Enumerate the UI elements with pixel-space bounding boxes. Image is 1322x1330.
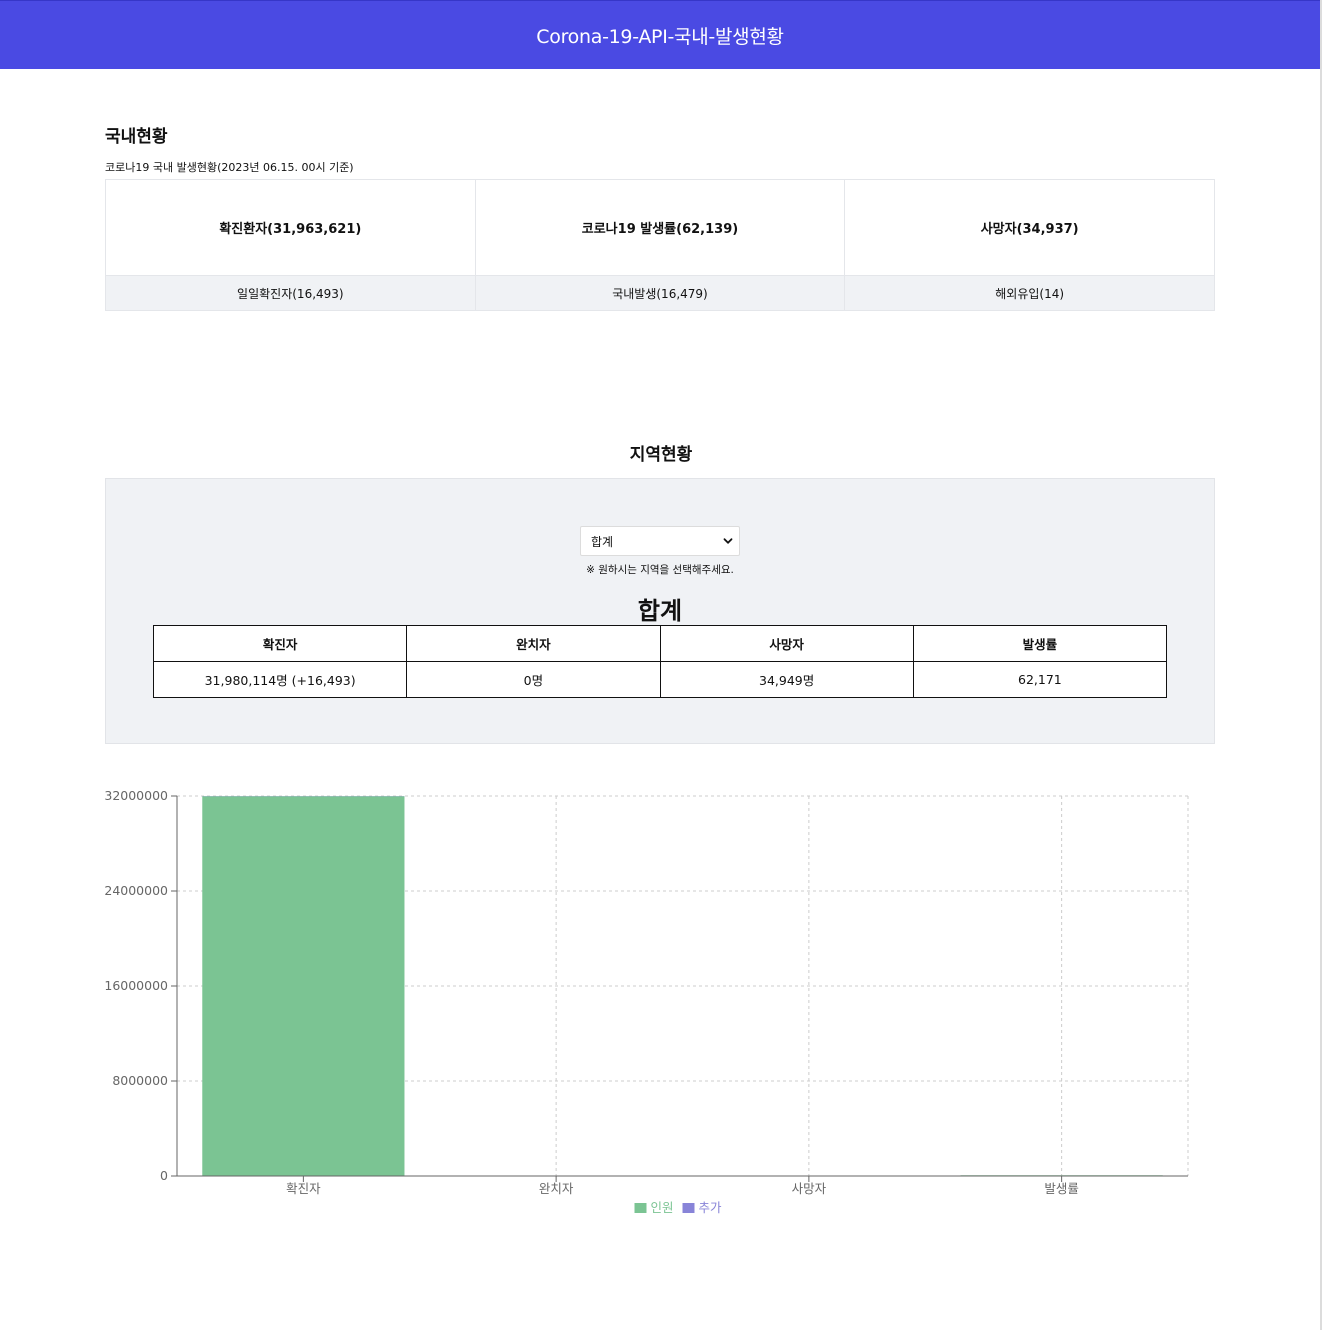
- header-recovered: 완치자: [406, 625, 661, 662]
- value-deaths: 34,949명: [659, 661, 914, 698]
- legend-swatch: [682, 1203, 695, 1213]
- domestic-heading: 국내현황: [105, 127, 168, 147]
- chevron-down-icon: [723, 538, 733, 544]
- region-title: 합계: [637, 597, 683, 625]
- region-table-value-row: 31,980,114명 (+16,493) 0명 34,949명 62,171: [152, 661, 1168, 698]
- domestic-summary-table: 확진환자(31,963,621) 코로나19 발생률(62,139) 사망자(3…: [105, 179, 1215, 311]
- summary-bottom-row: 일일확진자(16,493) 국내발생(16,479) 해외유입(14): [105, 275, 1215, 311]
- region-table-header-row: 확진자 완치자 사망자 발생률: [152, 625, 1168, 662]
- local-cases-cell: 국내발생(16,479): [474, 275, 846, 311]
- y-tick-label: 8000000: [112, 1073, 168, 1088]
- legend-label: 추가: [699, 1200, 723, 1215]
- daily-confirmed-cell: 일일확진자(16,493): [105, 275, 476, 311]
- domestic-status-section: 국내현황 코로나19 국내 발생현황(2023년 06.15. 00시 기준) …: [105, 122, 1215, 311]
- bar-인원-확진자: [202, 796, 405, 1176]
- header-incidence: 발생률: [912, 625, 1168, 662]
- y-tick-label: 16000000: [104, 978, 168, 993]
- value-incidence: 62,171: [912, 661, 1168, 698]
- legend-label: 인원: [651, 1200, 674, 1215]
- region-select[interactable]: 합계: [580, 526, 740, 556]
- x-tick-label: 사망자: [792, 1181, 827, 1196]
- x-tick-label: 완치자: [539, 1181, 574, 1196]
- app-header: Corona-19-API-국내-발생현황: [0, 0, 1320, 69]
- deaths-total-cell: 사망자(34,937): [844, 179, 1215, 276]
- region-select-value: 합계: [591, 534, 614, 549]
- value-recovered: 0명: [406, 661, 661, 698]
- confirmed-total-cell: 확진환자(31,963,621): [105, 179, 476, 276]
- y-tick-label: 0: [160, 1168, 168, 1183]
- region-panel: 합계 ※ 원하시는 지역을 선택해주세요. 합계 확진자 완치자 사망자 발생률…: [105, 478, 1215, 744]
- imported-cases-cell: 해외유입(14): [844, 275, 1215, 311]
- region-bar-chart: 0 8000000 16000000 24000000 32000000 확진자 완치자 사망…: [95, 780, 1205, 1230]
- x-tick-label: 확진자: [286, 1181, 321, 1196]
- domestic-caption: 코로나19 국내 발생현황(2023년 06.15. 00시 기준): [105, 161, 354, 174]
- incidence-rate-cell: 코로나19 발생률(62,139): [474, 179, 846, 276]
- x-tick-label: 발생률: [1044, 1181, 1079, 1196]
- region-stats-table: 확진자 완치자 사망자 발생률 31,980,114명 (+16,493) 0명…: [152, 625, 1168, 698]
- legend-swatch: [634, 1203, 647, 1213]
- bar-chart-svg: 0 8000000 16000000 24000000 32000000 확진자 완치자 사망…: [104, 788, 1189, 1215]
- header-deaths: 사망자: [659, 625, 914, 662]
- region-heading: 지역현황: [629, 445, 693, 465]
- y-tick-label: 24000000: [104, 883, 168, 898]
- summary-top-row: 확진환자(31,963,621) 코로나19 발생률(62,139) 사망자(3…: [105, 179, 1215, 276]
- value-confirmed: 31,980,114명 (+16,493): [152, 661, 408, 698]
- y-tick-label: 32000000: [104, 788, 168, 803]
- header-confirmed: 확진자: [152, 625, 408, 662]
- page-title: Corona-19-API-국내-발생현황: [536, 25, 784, 48]
- region-hint: ※ 원하시는 지역을 선택해주세요.: [586, 564, 734, 576]
